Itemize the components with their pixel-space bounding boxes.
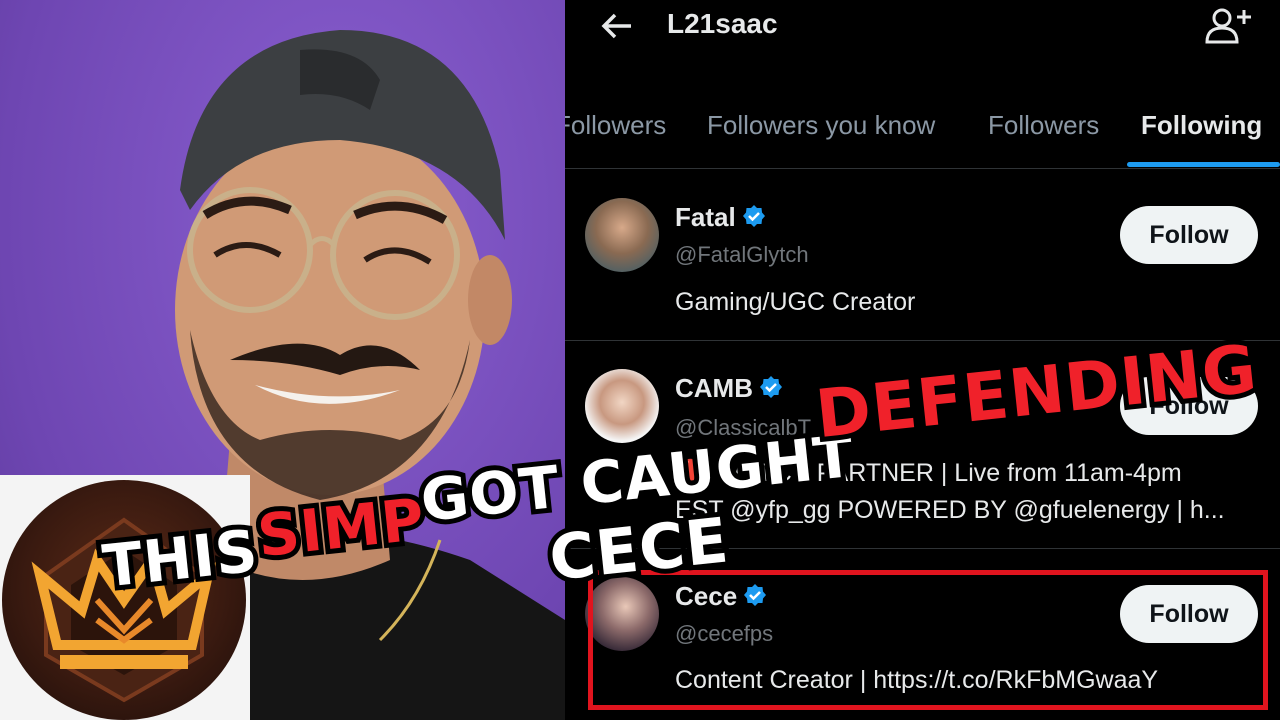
tab-following[interactable]: Following	[1141, 110, 1262, 141]
tab-verified-followers[interactable]: Followers	[565, 110, 666, 141]
avatar[interactable]	[585, 369, 659, 443]
avatar[interactable]	[585, 198, 659, 272]
follow-button[interactable]: Follow	[1120, 377, 1258, 435]
follow-button[interactable]: Follow	[1120, 206, 1258, 264]
user-handle: @FatalGlytch	[675, 242, 809, 267]
add-user-icon[interactable]	[1204, 6, 1252, 46]
tab-bar: Followers Followers you know Followers F…	[565, 100, 1280, 169]
user-name[interactable]: Fatal	[675, 202, 736, 232]
user-bio-line2: EST @yfp_gg POWERED BY @gfuelenergy | h.…	[675, 496, 1225, 524]
highlight-box	[588, 570, 1268, 710]
verified-badge-icon	[742, 205, 765, 227]
user-handle: @ClassicalbT	[675, 415, 812, 440]
user-bio: Gaming/UGC Creator	[675, 288, 916, 316]
crown-logo	[2, 480, 246, 720]
top-bar: L21saac	[565, 0, 1280, 60]
user-name-wrap: CAMB	[675, 373, 783, 404]
arrow-left-icon[interactable]	[597, 6, 637, 54]
crown-icon	[31, 517, 217, 703]
active-tab-indicator	[1127, 162, 1280, 167]
tab-followers[interactable]: Followers	[988, 110, 1099, 141]
user-row-camb[interactable]: CAMB @ClassicalbT 🔴 TWITCH PARTNER | Liv…	[565, 341, 1280, 546]
profile-username: L21saac	[667, 8, 778, 39]
user-name-wrap: Fatal	[675, 202, 766, 233]
user-row-fatal[interactable]: Fatal @FatalGlytch Gaming/UGC Creator Fo…	[565, 170, 1280, 340]
user-name[interactable]: CAMB	[675, 373, 753, 403]
user-bio-line1: 🔴 TWITCH PARTNER | Live from 11am-4pm	[675, 459, 1182, 487]
verified-badge-icon	[760, 376, 782, 398]
tab-followers-you-know[interactable]: Followers you know	[707, 110, 935, 141]
